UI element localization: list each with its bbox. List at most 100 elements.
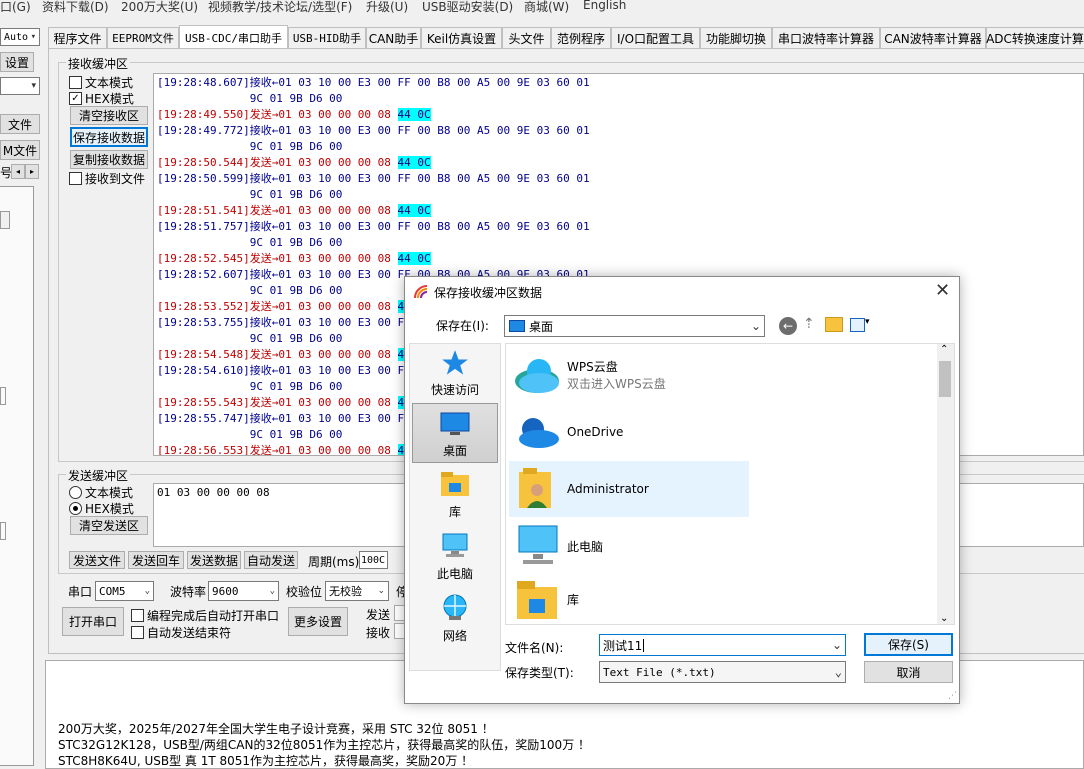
list-item-wps-cloud[interactable]: WPS云盘 双击进入WPS云盘: [509, 347, 749, 403]
list-item-administrator[interactable]: Administrator: [509, 461, 749, 517]
receive-log-text: [19:28:56.553]发送→01 03 00 00 00 08: [157, 444, 398, 456]
nav-desktop[interactable]: 桌面: [412, 403, 498, 463]
copy-receive-button[interactable]: 复制接收数据: [70, 150, 148, 169]
receive-log-line: 9C 01 9B D6 00: [157, 379, 343, 395]
scroll-thumb[interactable]: [939, 361, 951, 397]
tab-usb-hid[interactable]: USB-HID助手: [288, 27, 366, 48]
save-in-select[interactable]: 桌面 ⌄: [504, 315, 765, 337]
parity-select[interactable]: 无校验 ⌄: [325, 581, 389, 601]
save-receive-button[interactable]: 保存接收数据: [70, 127, 148, 147]
tab-pin-switch[interactable]: 功能脚切换: [700, 27, 772, 48]
list-item-onedrive[interactable]: OneDrive: [509, 404, 749, 460]
chevron-down-icon: ▾: [31, 81, 36, 91]
auto-open-port-checkbox[interactable]: 编程完成后自动打开串口: [131, 607, 279, 624]
settings-button[interactable]: 设置: [0, 52, 34, 72]
resize-grip-icon[interactable]: ⋰: [948, 691, 957, 701]
send-count-label: 发送: [366, 608, 391, 622]
menu-item-prize[interactable]: 200万大奖(U): [121, 0, 198, 15]
app-rainbow-icon: [414, 285, 429, 299]
auto-send-button[interactable]: 自动发送: [244, 551, 298, 569]
receive-log-text: [19:28:50.599]接收←01 03 10 00 E3 00 FF 00…: [157, 172, 590, 185]
menu-item-video[interactable]: 视频教学/技术论坛/选型(F): [208, 0, 352, 15]
open-port-button[interactable]: 打开串口: [62, 607, 124, 636]
clear-receive-button[interactable]: 清空接收区: [70, 106, 148, 125]
file-button[interactable]: 文件: [0, 114, 40, 134]
scroll-down-icon[interactable]: ⌄: [940, 613, 948, 624]
close-icon[interactable]: ✕: [935, 280, 950, 301]
chevron-down-icon: ⌄: [144, 586, 150, 596]
tree-node-icon: [0, 522, 6, 540]
receive-log-text: [19:28:51.541]发送→01 03 00 00 00 08: [157, 204, 398, 217]
left-combo[interactable]: ▾: [0, 77, 40, 95]
menu-item-downloads[interactable]: 资料下载(D): [42, 0, 109, 15]
tab-examples[interactable]: 范例程序: [551, 27, 611, 48]
chevron-down-icon: ▾: [30, 32, 36, 42]
nav-library[interactable]: 库: [412, 465, 498, 523]
view-dropdown-arrow-icon[interactable]: ▾: [865, 317, 870, 327]
text-cursor: [643, 638, 645, 652]
tab-adc[interactable]: ADC转换速度计算器: [986, 27, 1084, 48]
left-tree-panel[interactable]: [0, 186, 34, 766]
output-line: STC8H8K64U, USB型 真 1T 8051作为主控芯片，获得最高奖，奖…: [58, 754, 474, 768]
up-folder-icon[interactable]: ⇡: [803, 316, 815, 332]
menu-item-usb-driver[interactable]: USB驱动安装(D): [422, 0, 513, 15]
tx-text-mode-radio[interactable]: 文本模式: [69, 484, 133, 501]
port-select[interactable]: COM5 ⌄: [95, 581, 154, 601]
receive-to-file-checkbox[interactable]: 接收到文件: [69, 170, 145, 187]
tab-eeprom[interactable]: EEPROM文件: [107, 27, 179, 48]
list-item-library[interactable]: 库: [509, 575, 749, 623]
cancel-button[interactable]: 取消: [864, 661, 953, 683]
nav-this-pc[interactable]: 此电脑: [412, 527, 498, 585]
send-file-button[interactable]: 发送文件: [69, 551, 125, 569]
filetype-select[interactable]: Text File (*.txt) ⌄: [599, 661, 846, 683]
period-label: 周期(ms): [308, 555, 360, 569]
tree-scrollbar-icon[interactable]: [0, 211, 10, 229]
checkmark-icon: ✓: [69, 92, 82, 105]
new-folder-icon[interactable]: [825, 317, 843, 332]
receive-log-line: [19:28:55.747]接收←01 03 10 00 E3 00 FF: [157, 411, 411, 427]
computer-icon: [442, 533, 468, 557]
auto-send-end-checkbox[interactable]: 自动发送结束符: [131, 624, 231, 641]
send-return-button[interactable]: 发送回车: [128, 551, 184, 569]
tab-program-file[interactable]: 程序文件: [48, 27, 107, 48]
receive-log-text: 9C 01 9B D6 00: [157, 92, 343, 105]
tab-header-file[interactable]: 头文件: [502, 27, 551, 48]
tx-hex-mode-radio[interactable]: HEX模式: [69, 500, 134, 517]
highlighted-bytes: 44 0C: [397, 204, 431, 217]
tab-can[interactable]: CAN助手: [366, 27, 421, 48]
menu-item-english[interactable]: English: [583, 0, 626, 12]
receive-log-text: [19:28:49.550]发送→01 03 00 00 00 08: [157, 108, 398, 121]
menu-item-upgrade[interactable]: 升级(U): [366, 0, 408, 15]
list-item-this-pc[interactable]: 此电脑: [509, 518, 749, 574]
scroll-right-arrow-icon[interactable]: ▸: [25, 164, 39, 179]
rx-hex-mode-checkbox[interactable]: ✓ HEX模式: [69, 90, 134, 107]
menu-item-shop[interactable]: 商城(W): [524, 0, 569, 15]
auto-combo[interactable]: Auto ▾: [0, 28, 40, 46]
cloud-icon: [515, 359, 559, 393]
nav-quick-access[interactable]: 快速访问: [412, 343, 498, 401]
view-menu-icon[interactable]: [850, 318, 865, 332]
clear-send-button[interactable]: 清空发送区: [70, 516, 148, 535]
receive-log-line: [19:28:56.553]发送→01 03 00 00 00 08 4: [157, 443, 405, 456]
back-icon[interactable]: ←: [779, 317, 797, 335]
tab-io-config[interactable]: I/O口配置工具: [611, 27, 700, 48]
scroll-up-icon[interactable]: ⌃: [940, 344, 948, 355]
baud-select[interactable]: 9600 ⌄: [208, 581, 279, 601]
filename-input[interactable]: 测试11 ⌄: [599, 634, 846, 656]
receive-log-text: [19:28:54.548]发送→01 03 00 00 00 08: [157, 348, 398, 361]
tab-uart-baud[interactable]: 串口波特率计算器: [772, 27, 880, 48]
scroll-left-arrow-icon[interactable]: ◂: [11, 164, 25, 179]
more-settings-button[interactable]: 更多设置: [288, 607, 348, 636]
nav-network[interactable]: 网络: [412, 589, 498, 647]
menu-item-g[interactable]: 口(G): [0, 0, 31, 15]
tab-can-baud[interactable]: CAN波特率计算器: [880, 27, 986, 48]
save-button[interactable]: 保存(S): [864, 633, 953, 656]
tab-usb-cdc[interactable]: USB-CDC/串口助手: [179, 25, 288, 49]
period-input[interactable]: 100C: [359, 551, 388, 569]
m-file-button[interactable]: M文件: [0, 140, 40, 160]
tab-keil[interactable]: Keil仿真设置: [421, 27, 502, 48]
filetype-label: 保存类型(T):: [505, 666, 574, 680]
file-list-scrollbar[interactable]: ⌃ ⌄: [937, 344, 954, 624]
rx-text-mode-checkbox[interactable]: 文本模式: [69, 74, 133, 91]
send-data-button[interactable]: 发送数据: [187, 551, 241, 569]
